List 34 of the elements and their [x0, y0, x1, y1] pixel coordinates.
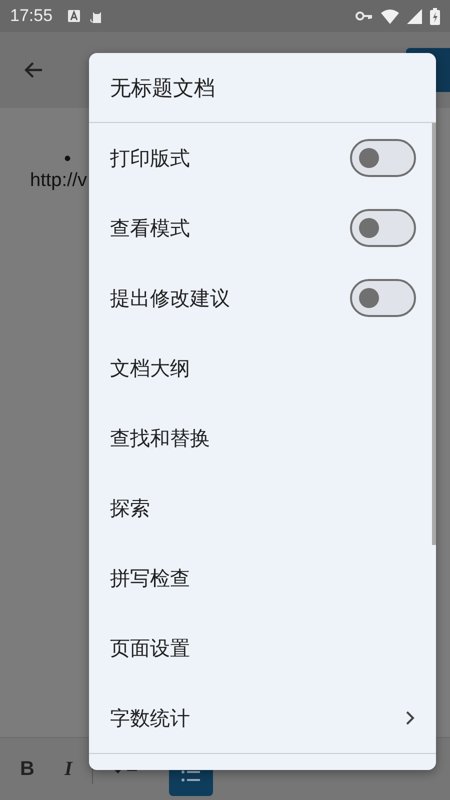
menu-item-label: 页面设置: [110, 634, 190, 662]
menu-item-label: 打印版式: [110, 144, 190, 172]
menu-item[interactable]: 拼写检查: [89, 543, 436, 613]
italic-button[interactable]: I: [64, 758, 72, 780]
list-icon: [180, 769, 202, 783]
menu-item[interactable]: 探索: [89, 473, 436, 543]
status-time: 17:55: [10, 6, 53, 26]
menu-item-label: 查看模式: [110, 214, 190, 242]
menu-item-label: 文档大纲: [110, 354, 190, 382]
menu-item[interactable]: 查看模式: [89, 193, 436, 263]
wifi-icon: [381, 8, 399, 24]
menu-item[interactable]: 文档大纲: [89, 333, 436, 403]
menu-item[interactable]: 字数统计: [89, 683, 436, 753]
toggle-switch[interactable]: [350, 139, 416, 177]
notification-icon: [66, 9, 81, 23]
menu-item[interactable]: 页面设置: [89, 613, 436, 683]
bold-button[interactable]: B: [20, 758, 34, 780]
menu-item-label: 查找和替换: [110, 424, 210, 452]
battery-icon: [430, 8, 440, 24]
signal-icon: [407, 8, 422, 24]
chevron-right-icon: [405, 710, 415, 726]
menu-title: 无标题文档: [110, 74, 215, 102]
menu-item[interactable]: 提出修改建议: [89, 263, 436, 333]
menu-item[interactable]: 打印版式: [89, 123, 436, 193]
key-icon: [355, 10, 373, 22]
list-bullet: •: [64, 148, 72, 170]
menu-item-label: 拼写检查: [110, 564, 190, 592]
menu-item-label: 提出修改建议: [110, 284, 230, 312]
toggle-switch[interactable]: [350, 279, 416, 317]
document-text: http://v: [30, 170, 88, 192]
menu-item-label: 字数统计: [110, 704, 190, 732]
menu-item-label: 探索: [110, 494, 150, 522]
menu-item[interactable]: 查找和替换: [89, 403, 436, 473]
toggle-switch[interactable]: [350, 209, 416, 247]
